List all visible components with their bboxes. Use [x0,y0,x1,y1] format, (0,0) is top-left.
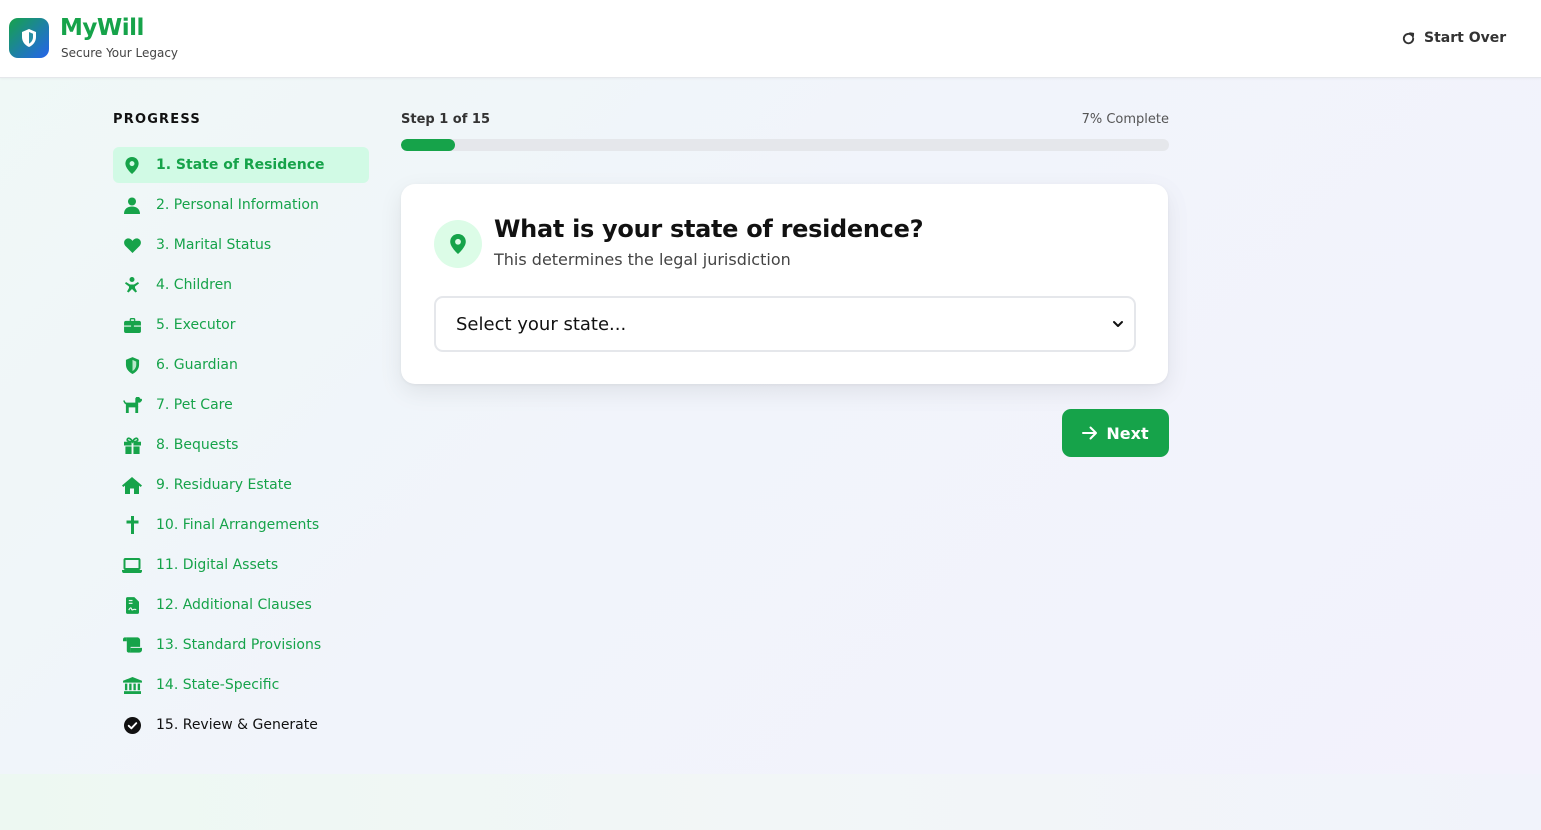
question-subtitle: This determines the legal jurisdiction [494,250,791,269]
sidebar-item-state-of-residence[interactable]: 1. State of Residence [113,147,369,183]
file-contract-icon [122,595,142,615]
sidebar-item-label: 3. Marital Status [156,237,272,253]
map-pin-icon [122,155,142,175]
sidebar-item-state-specific[interactable]: 14. State-Specific [113,667,369,703]
sidebar-item-label: 4. Children [156,277,233,293]
percent-complete: 7% Complete [1081,112,1169,127]
sidebar-item-label: 5. Executor [156,317,236,333]
brand-name: MyWill [60,15,144,41]
logo-shield-icon [9,18,49,58]
state-select[interactable]: Select your state... [434,296,1136,352]
progress-sidebar: PROGRESS 1. State of Residence 2. Person… [113,112,369,734]
sidebar-item-children[interactable]: 4. Children [113,267,369,303]
start-over-label: Start Over [1424,30,1507,46]
sidebar-item-label: 15. Review & Generate [156,717,318,733]
sidebar-item-standard-provisions[interactable]: 13. Standard Provisions [113,627,369,663]
home-icon [122,475,142,495]
sidebar-item-final-arrangements[interactable]: 10. Final Arrangements [113,507,369,543]
sidebar-item-label: 1. State of Residence [156,157,325,173]
sidebar-item-label: 9. Residuary Estate [156,477,292,493]
next-button[interactable]: Next [1062,409,1169,457]
user-icon [122,195,142,215]
question-card: What is your state of residence? This de… [401,184,1168,384]
arrow-right-icon [1082,426,1098,440]
sidebar-item-label: 13. Standard Provisions [156,637,322,653]
step-list: 1. State of Residence 2. Personal Inform… [113,147,369,747]
gift-icon [122,435,142,455]
sidebar-item-label: 12. Additional Clauses [156,597,312,613]
sidebar-item-label: 2. Personal Information [156,197,319,213]
sidebar-title: PROGRESS [113,112,201,127]
heart-icon [122,235,142,255]
sidebar-item-personal-information[interactable]: 2. Personal Information [113,187,369,223]
sidebar-item-label: 8. Bequests [156,437,239,453]
sidebar-item-label: 14. State-Specific [156,677,280,693]
question-title: What is your state of residence? [494,215,924,243]
refresh-icon [1402,31,1415,44]
check-circle-icon [122,715,142,735]
progress-bar [401,139,1169,151]
sidebar-item-label: 6. Guardian [156,357,238,373]
laptop-icon [122,555,142,575]
scroll-icon [122,635,142,655]
shield-icon [122,355,142,375]
footer-band [0,774,1541,830]
landmark-icon [122,675,142,695]
children-icon [122,275,142,295]
sidebar-item-bequests[interactable]: 8. Bequests [113,427,369,463]
sidebar-item-label: 7. Pet Care [156,397,233,413]
sidebar-item-label: 11. Digital Assets [156,557,279,573]
sidebar-item-executor[interactable]: 5. Executor [113,307,369,343]
cross-icon [122,515,142,535]
step-counter: Step 1 of 15 [401,112,491,127]
sidebar-item-marital-status[interactable]: 3. Marital Status [113,227,369,263]
sidebar-item-pet-care[interactable]: 7. Pet Care [113,387,369,423]
dog-icon [122,395,142,415]
sidebar-item-digital-assets[interactable]: 11. Digital Assets [113,547,369,583]
map-pin-icon [434,220,482,268]
sidebar-item-residuary-estate[interactable]: 9. Residuary Estate [113,467,369,503]
sidebar-item-guardian[interactable]: 6. Guardian [113,347,369,383]
sidebar-item-additional-clauses[interactable]: 12. Additional Clauses [113,587,369,623]
briefcase-icon [122,315,142,335]
chevron-down-icon [1113,321,1123,327]
progress-bar-fill [401,139,455,151]
next-label: Next [1106,423,1149,443]
sidebar-item-review-and-generate[interactable]: 15. Review & Generate [113,707,369,743]
state-select-value: Select your state... [456,313,627,335]
app-header: MyWill Secure Your Legacy Start Over [0,0,1541,78]
sidebar-item-label: 10. Final Arrangements [156,517,320,533]
brand-tagline: Secure Your Legacy [61,46,179,60]
start-over-button[interactable]: Start Over [1401,27,1506,49]
